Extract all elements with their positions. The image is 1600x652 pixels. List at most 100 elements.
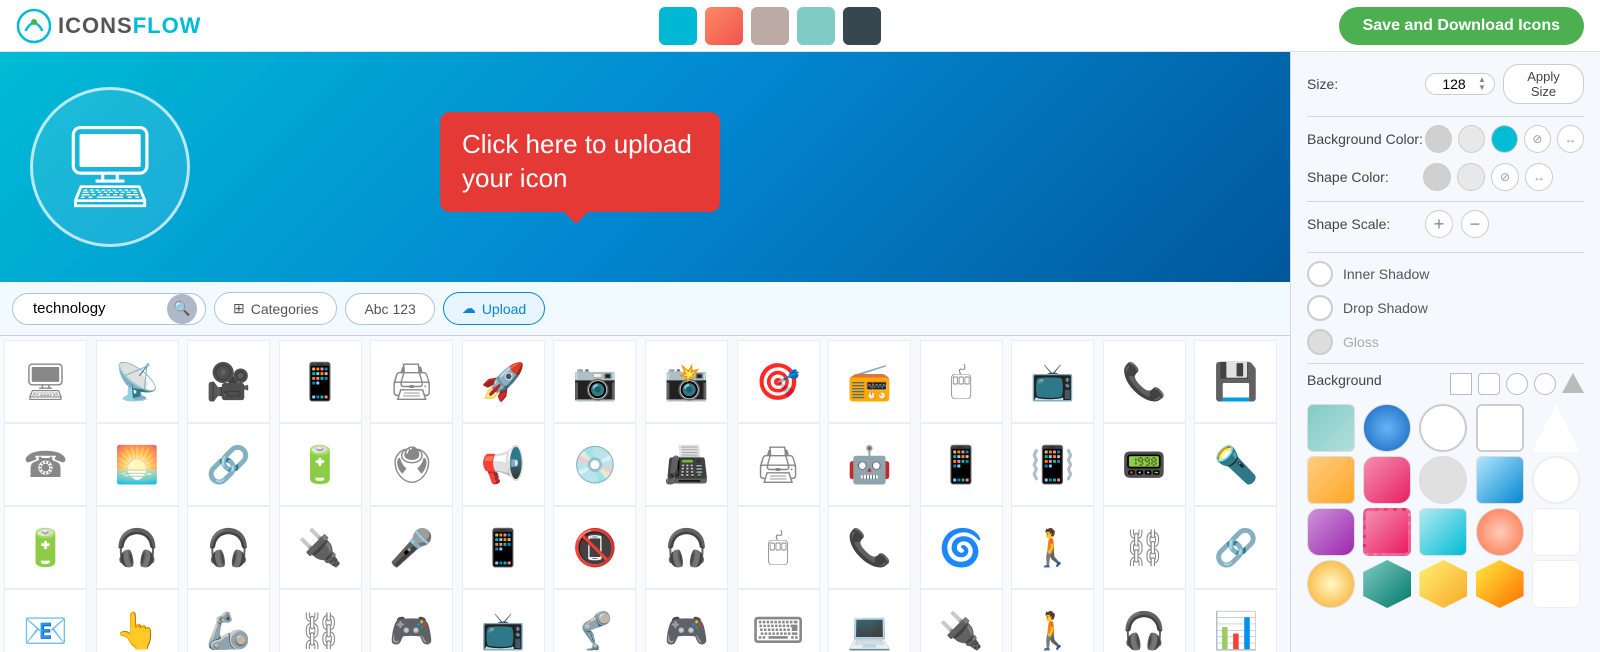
- bg-shape-circle-2[interactable]: [1534, 373, 1556, 395]
- icon-cell[interactable]: 🔋: [279, 423, 362, 506]
- icon-cell[interactable]: ⛓: [1103, 506, 1186, 589]
- swatch-dark[interactable]: [843, 7, 881, 45]
- icon-cell[interactable]: 🎧: [187, 506, 270, 589]
- icon-cell[interactable]: 🚀: [462, 340, 545, 423]
- bg-shape-square[interactable]: [1450, 373, 1472, 395]
- save-download-button[interactable]: Save and Download Icons: [1339, 7, 1584, 45]
- bg-option[interactable]: [1476, 404, 1524, 452]
- hero-banner[interactable]: 🖥 Click here to upload your icon: [0, 52, 1290, 282]
- bg-option[interactable]: [1532, 560, 1580, 608]
- bg-color-picker-icon[interactable]: ↔: [1557, 125, 1584, 153]
- swatch-teal[interactable]: [659, 7, 697, 45]
- bg-option[interactable]: [1307, 560, 1355, 608]
- icon-cell[interactable]: 🔗: [187, 423, 270, 506]
- icon-cell[interactable]: 🎮: [370, 589, 453, 652]
- icon-cell[interactable]: 📳: [1011, 423, 1094, 506]
- size-input[interactable]: 128: [1434, 76, 1474, 92]
- bg-shape-circle[interactable]: [1506, 373, 1528, 395]
- icon-cell[interactable]: 🔦: [1194, 423, 1277, 506]
- bg-option[interactable]: [1476, 456, 1524, 504]
- icon-cell[interactable]: 📷: [553, 340, 636, 423]
- abc-button[interactable]: Abc 123: [345, 293, 434, 325]
- bg-option[interactable]: [1419, 508, 1467, 556]
- swatch-cyan[interactable]: [797, 7, 835, 45]
- icon-cell[interactable]: 🔗: [1194, 506, 1277, 589]
- icon-cell[interactable]: 🎥: [187, 340, 270, 423]
- size-arrows[interactable]: ▲▼: [1478, 76, 1486, 92]
- apply-size-button[interactable]: Apply Size: [1503, 64, 1584, 104]
- icon-cell[interactable]: 📊: [1194, 589, 1277, 652]
- icon-cell[interactable]: 🚶: [1011, 506, 1094, 589]
- icon-cell[interactable]: 📢: [462, 423, 545, 506]
- icon-cell[interactable]: 📵: [553, 506, 636, 589]
- icon-cell[interactable]: 🖨: [737, 423, 820, 506]
- icon-cell[interactable]: 🚶: [1011, 589, 1094, 652]
- icon-cell[interactable]: 🔌: [279, 506, 362, 589]
- bg-option[interactable]: [1532, 456, 1580, 504]
- bg-option[interactable]: [1363, 456, 1411, 504]
- icon-cell[interactable]: 📱: [462, 506, 545, 589]
- bg-option[interactable]: [1419, 560, 1467, 608]
- drop-shadow-toggle[interactable]: [1307, 295, 1333, 321]
- bg-option[interactable]: [1419, 456, 1467, 504]
- icon-cell[interactable]: 🎧: [1103, 589, 1186, 652]
- icon-cell[interactable]: 🌅: [96, 423, 179, 506]
- upload-tooltip[interactable]: Click here to upload your icon: [440, 112, 720, 212]
- icon-cell[interactable]: 📸: [645, 340, 728, 423]
- icon-cell[interactable]: 🌀: [920, 506, 1003, 589]
- icon-cell[interactable]: ☎: [4, 423, 87, 506]
- swatch-orange[interactable]: [705, 7, 743, 45]
- bg-color-no-icon[interactable]: ⊘: [1524, 125, 1551, 153]
- icon-cell[interactable]: 🖱: [737, 506, 820, 589]
- bg-option[interactable]: [1307, 508, 1355, 556]
- icon-cell[interactable]: 📱: [920, 423, 1003, 506]
- swatch-beige[interactable]: [751, 7, 789, 45]
- bg-option[interactable]: [1419, 404, 1467, 452]
- shape-color-swatch-1[interactable]: [1423, 163, 1451, 191]
- icon-cell[interactable]: ⌨: [737, 589, 820, 652]
- icon-cell[interactable]: 🎧: [96, 506, 179, 589]
- icon-cell[interactable]: 🖨: [370, 340, 453, 423]
- bg-option[interactable]: [1363, 560, 1411, 608]
- bg-option[interactable]: [1476, 508, 1524, 556]
- bg-option[interactable]: [1476, 560, 1524, 608]
- upload-button[interactable]: ☁ Upload: [443, 292, 545, 325]
- bg-shape-triangle[interactable]: [1562, 373, 1584, 393]
- bg-color-swatch-3[interactable]: [1491, 125, 1518, 153]
- shape-color-swatch-2[interactable]: [1457, 163, 1485, 191]
- bg-color-swatch-2[interactable]: [1458, 125, 1485, 153]
- bg-option[interactable]: [1363, 508, 1411, 556]
- icon-cell[interactable]: 📱: [279, 340, 362, 423]
- bg-color-swatch-1[interactable]: [1425, 125, 1452, 153]
- icon-cell[interactable]: 💾: [1194, 340, 1277, 423]
- icon-cell[interactable]: 🎤: [370, 506, 453, 589]
- icon-cell[interactable]: 🦾: [187, 589, 270, 652]
- icon-cell[interactable]: 📺: [462, 589, 545, 652]
- icon-cell[interactable]: 📞: [828, 506, 911, 589]
- scale-minus-button[interactable]: −: [1461, 210, 1489, 238]
- bg-option[interactable]: [1307, 456, 1355, 504]
- bg-option[interactable]: [1532, 404, 1580, 452]
- bg-option[interactable]: [1307, 404, 1355, 452]
- icon-cell[interactable]: 🎧: [645, 506, 728, 589]
- shape-color-no-icon[interactable]: ⊘: [1491, 163, 1519, 191]
- icon-cell[interactable]: 🔋: [4, 506, 87, 589]
- icon-cell[interactable]: 🦿: [553, 589, 636, 652]
- categories-button[interactable]: ⊞ Categories: [214, 292, 337, 325]
- icon-cell[interactable]: 🎯: [737, 340, 820, 423]
- icon-cell[interactable]: 📠: [645, 423, 728, 506]
- icon-cell[interactable]: 📡: [96, 340, 179, 423]
- search-button[interactable]: 🔍: [167, 294, 197, 324]
- gloss-toggle[interactable]: [1307, 329, 1333, 355]
- icon-cell[interactable]: ⛓: [279, 589, 362, 652]
- icon-cell[interactable]: 💿: [553, 423, 636, 506]
- icon-cell[interactable]: 👆: [96, 589, 179, 652]
- bg-option[interactable]: [1363, 404, 1411, 452]
- icon-cell[interactable]: 🎮: [645, 589, 728, 652]
- icon-cell[interactable]: 🖲: [370, 423, 453, 506]
- inner-shadow-toggle[interactable]: [1307, 261, 1333, 287]
- icon-cell[interactable]: 💻: [828, 589, 911, 652]
- icon-cell[interactable]: 📧: [4, 589, 87, 652]
- shape-color-picker-icon[interactable]: ↔: [1525, 163, 1553, 191]
- icon-cell[interactable]: 📞: [1103, 340, 1186, 423]
